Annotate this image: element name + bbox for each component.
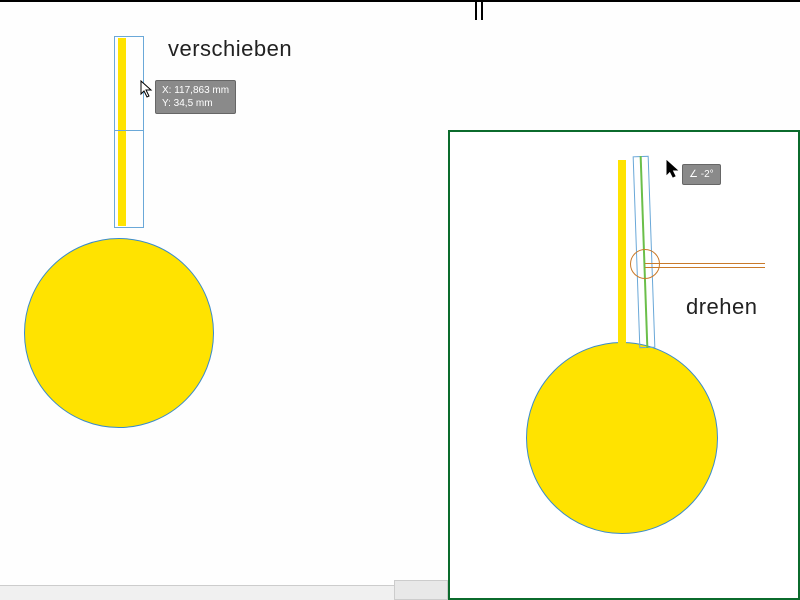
rotation-pivot-icon[interactable]	[630, 249, 660, 279]
tooltip-y-value: Y: 34,5 mm	[162, 97, 229, 110]
operation-label-rotate: drehen	[686, 294, 758, 320]
ruler-marks	[475, 0, 485, 20]
inset-panel: drehen ∠ -2°	[448, 130, 800, 600]
operation-label-move: verschieben	[168, 36, 292, 62]
shape-bar[interactable]	[618, 160, 626, 345]
shape-circle[interactable]	[526, 342, 718, 534]
cursor-arrow-icon	[666, 160, 680, 178]
shape-circle[interactable]	[24, 238, 214, 428]
ruler-border	[0, 0, 800, 2]
statusbar	[0, 585, 448, 600]
position-tooltip: X: 117,863 mm Y: 34,5 mm	[155, 80, 236, 114]
tooltip-x-value: X: 117,863 mm	[162, 84, 229, 97]
rotation-guide-line	[645, 263, 765, 264]
tooltip-angle-value: ∠ -2°	[689, 168, 714, 181]
shape-bar-midline	[114, 130, 144, 131]
statusbar-segment	[394, 580, 448, 600]
shape-bar-selection	[114, 36, 144, 228]
angle-tooltip: ∠ -2°	[682, 164, 721, 185]
cursor-arrow-icon	[140, 80, 154, 98]
rotation-guide-line	[645, 267, 765, 268]
